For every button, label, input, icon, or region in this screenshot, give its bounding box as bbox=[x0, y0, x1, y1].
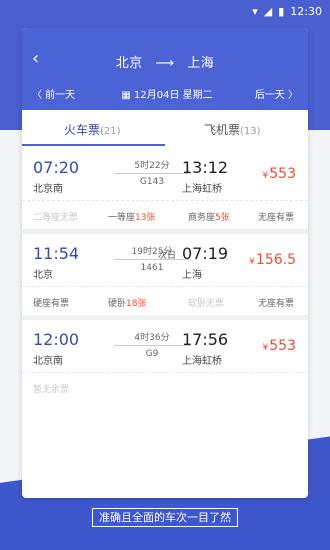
tab-train-count: (21) bbox=[100, 126, 121, 137]
next-day-button[interactable]: 后一天 〉 bbox=[255, 86, 298, 101]
tab-train[interactable]: 火车票(21) bbox=[64, 121, 121, 138]
seat-count: 13 bbox=[135, 213, 147, 223]
wifi-icon: ▾ bbox=[252, 5, 258, 18]
seat-info: 硬卧18张 bbox=[108, 296, 146, 309]
departure-time: 11:54 bbox=[33, 244, 80, 263]
to-city: 上海 bbox=[187, 56, 215, 71]
seat-row: 二等座无票 一等座13张 商务座5张 无座有票 bbox=[22, 200, 308, 229]
next-day-label: 次日 bbox=[158, 251, 177, 261]
departure-station: 北京南 bbox=[33, 356, 63, 367]
seat-label: 二等座无票 bbox=[33, 213, 79, 223]
from-city: 北京 bbox=[115, 56, 143, 71]
seat-unit: 张 bbox=[146, 213, 156, 223]
price-value: 553 bbox=[269, 166, 296, 182]
departure-station: 北京南 bbox=[33, 184, 63, 195]
currency-symbol: ¥ bbox=[249, 257, 255, 267]
departure-station: 北京 bbox=[33, 270, 53, 281]
seat-label: 无座有票 bbox=[258, 213, 295, 223]
battery-icon: ▮ bbox=[278, 5, 285, 18]
seat-label: 软卧无票 bbox=[188, 299, 225, 309]
seat-label: 无座有票 bbox=[258, 299, 295, 309]
seat-info: 硬座有票 bbox=[33, 296, 69, 309]
route-line bbox=[114, 259, 190, 260]
currency-symbol: ¥ bbox=[262, 171, 269, 181]
arrival-time: 17:56 bbox=[182, 330, 229, 349]
seat-count: 18 bbox=[126, 299, 138, 309]
calendar-icon: ▦ bbox=[121, 90, 131, 101]
route-line bbox=[114, 173, 190, 174]
train-number: 1461 bbox=[140, 263, 164, 273]
train-number: G143 bbox=[139, 177, 165, 187]
active-tab-indicator bbox=[22, 144, 165, 146]
ticket-tabs: 火车票(21) 飞机票(13) bbox=[22, 110, 308, 149]
seat-label: 硬卧 bbox=[108, 299, 127, 309]
header: ‹ 北京 ⟶ 上海 〈 前一天 ▦ 12月04日 星期二 后一天 〉 bbox=[22, 28, 308, 110]
seat-info: 无座有票 bbox=[258, 296, 294, 309]
date-picker[interactable]: ▦ 12月04日 星期二 bbox=[112, 86, 222, 101]
tab-flight[interactable]: 飞机票(13) bbox=[204, 121, 261, 138]
clock-text: 12:30 bbox=[290, 5, 322, 18]
arrival-time: 07:19 bbox=[182, 244, 229, 263]
arrival-time: 13:12 bbox=[182, 158, 229, 177]
train-card[interactable]: 07:20 北京南 5时22分 G143 13:12 上海虹桥 ¥553 二等座… bbox=[22, 148, 308, 235]
ticket-price: ¥553 bbox=[263, 166, 296, 182]
route-title: 北京 ⟶ 上海 bbox=[22, 52, 308, 71]
seat-unit: 张 bbox=[137, 299, 147, 309]
train-number: G9 bbox=[145, 349, 159, 359]
seat-row: 暂无余票 bbox=[22, 372, 308, 401]
duration: 4时36分 bbox=[134, 333, 170, 343]
departure-time: 12:00 bbox=[33, 330, 80, 349]
currency-symbol: ¥ bbox=[262, 343, 269, 353]
seat-info: 商务座5张 bbox=[188, 210, 230, 223]
tab-train-label: 火车票 bbox=[64, 123, 101, 137]
seat-label: 硬座有票 bbox=[33, 299, 70, 309]
price-value: 156.5 bbox=[255, 252, 296, 268]
train-card[interactable]: 11:54 北京 19时25分 1461 次日 07:19 上海 ¥156.5 … bbox=[22, 234, 308, 321]
duration: 5时22分 bbox=[134, 161, 170, 171]
seat-row: 硬座有票 硬卧18张 软卧无票 无座有票 bbox=[22, 286, 308, 315]
slogan-title: 车次列表 bbox=[106, 470, 223, 500]
route-line bbox=[114, 345, 190, 346]
seat-info: 一等座13张 bbox=[108, 210, 155, 223]
status-bar: ▾ ◢ ▮ 12:30 bbox=[0, 0, 330, 22]
seat-info: 无座有票 bbox=[258, 210, 294, 223]
tab-flight-label: 飞机票 bbox=[204, 123, 241, 137]
tab-flight-count: (13) bbox=[240, 126, 261, 137]
date-row: 〈 前一天 ▦ 12月04日 星期二 后一天 〉 bbox=[22, 80, 308, 104]
signal-icon: ◢ bbox=[263, 5, 273, 18]
seat-label: 暂无余票 bbox=[33, 385, 70, 395]
slogan-subtitle: 准确且全面的车次一目了然 bbox=[92, 508, 238, 527]
seat-label: 一等座 bbox=[108, 213, 136, 223]
ticket-price: ¥156.5 bbox=[249, 252, 296, 268]
arrival-station: 上海虹桥 bbox=[182, 356, 222, 367]
seat-label: 商务座 bbox=[188, 213, 216, 223]
date-text: 12月04日 星期二 bbox=[134, 90, 213, 101]
price-value: 553 bbox=[269, 338, 296, 354]
duration: 19时25分 bbox=[131, 247, 173, 257]
slogan-subtitle-box: 准确且全面的车次一目了然 bbox=[0, 506, 330, 527]
route-arrow-icon: ⟶ bbox=[155, 56, 175, 71]
arrival-station: 上海虹桥 bbox=[182, 184, 222, 195]
departure-time: 07:20 bbox=[33, 158, 80, 177]
arrival-station: 上海 bbox=[182, 270, 202, 281]
seat-unit: 张 bbox=[220, 213, 230, 223]
ticket-price: ¥553 bbox=[263, 338, 296, 354]
train-card[interactable]: 12:00 北京南 4时36分 G9 17:56 上海虹桥 ¥553 暂无余票 bbox=[22, 320, 308, 401]
prev-day-button[interactable]: 〈 前一天 bbox=[32, 86, 75, 101]
seat-info: 软卧无票 bbox=[188, 296, 224, 309]
seat-info: 二等座无票 bbox=[33, 210, 78, 223]
app-window: ‹ 北京 ⟶ 上海 〈 前一天 ▦ 12月04日 星期二 后一天 〉 火车票(2… bbox=[22, 28, 308, 498]
seat-info: 暂无余票 bbox=[33, 382, 69, 395]
